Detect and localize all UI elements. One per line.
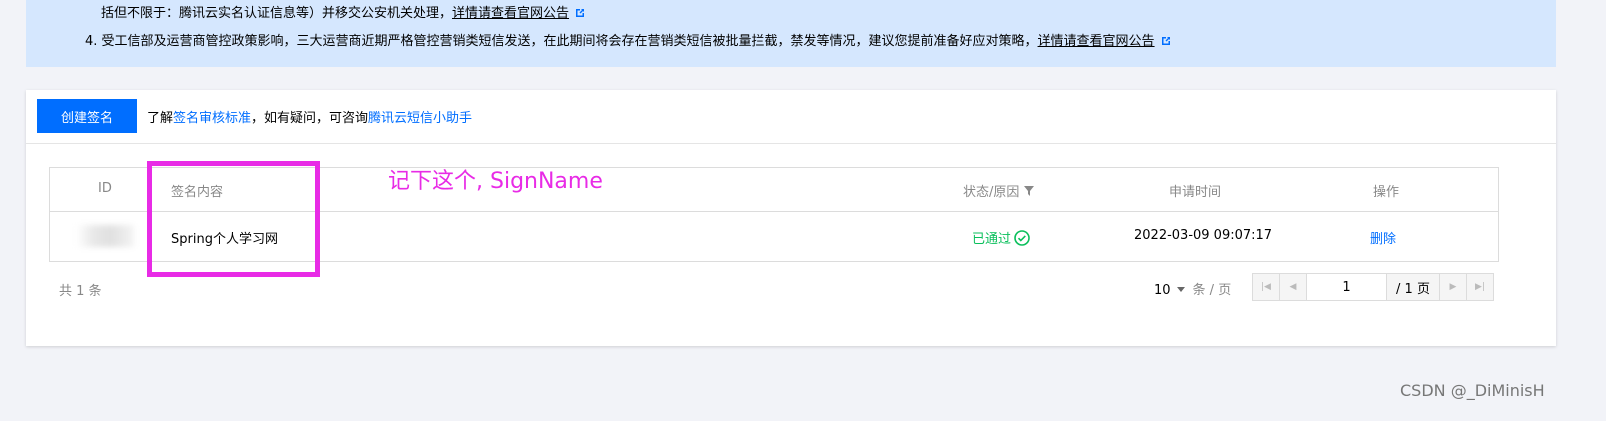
watermark: CSDN @_DiMinisH bbox=[1400, 381, 1545, 400]
header-time: 申请时间 bbox=[1169, 185, 1222, 200]
first-page-icon[interactable]: |◀ bbox=[1253, 274, 1280, 300]
header-id: ID bbox=[98, 181, 112, 196]
last-page-icon[interactable]: ▶| bbox=[1467, 274, 1493, 300]
row-status: 已通过 bbox=[972, 228, 1030, 247]
toolbar-hint: 了解签名审核标准，如有疑问，可咨询腾讯云短信小助手 bbox=[147, 111, 473, 126]
create-signature-button[interactable]: 创建签名 bbox=[37, 99, 137, 133]
sms-assistant-link[interactable]: 腾讯云短信小助手 bbox=[368, 111, 472, 126]
pagination: |◀ ◀ / 1 页 ▶ ▶| bbox=[1252, 273, 1494, 301]
delete-link[interactable]: 删除 bbox=[1370, 228, 1396, 247]
annotation-text: 记下这个, SignName bbox=[388, 169, 603, 194]
total-count: 共 1 条 bbox=[59, 284, 102, 299]
page-size-select[interactable]: 10 条 / 页 bbox=[1154, 279, 1231, 298]
chevron-down-icon bbox=[1176, 287, 1185, 292]
prev-page-icon[interactable]: ◀ bbox=[1280, 274, 1307, 300]
notice-link-2[interactable]: 详情请查看官网公告 bbox=[1038, 34, 1155, 49]
filter-icon[interactable] bbox=[1024, 186, 1035, 196]
external-link-icon[interactable] bbox=[1161, 36, 1171, 46]
highlight-box bbox=[147, 161, 320, 277]
row-time: 2022-03-09 09:07:17 bbox=[1134, 228, 1273, 243]
notice-banner: 括但不限于：腾讯云实名认证信息等）并移交公安机关处理，详情请查看官网公告 4. … bbox=[26, 0, 1556, 67]
next-page-icon[interactable]: ▶ bbox=[1440, 274, 1467, 300]
header-status[interactable]: 状态/原因 bbox=[963, 181, 1035, 200]
panel-divider bbox=[26, 143, 1556, 144]
review-standard-link[interactable]: 签名审核标准 bbox=[173, 111, 251, 126]
check-circle-icon bbox=[1014, 230, 1030, 246]
notice-line-1: 括但不限于：腾讯云实名认证信息等）并移交公安机关处理，详情请查看官网公告 bbox=[101, 2, 585, 21]
external-link-icon[interactable] bbox=[575, 8, 585, 18]
blurred-id bbox=[76, 225, 134, 247]
page-input[interactable] bbox=[1307, 274, 1387, 300]
notice-link-1[interactable]: 详情请查看官网公告 bbox=[452, 6, 569, 21]
header-action: 操作 bbox=[1373, 185, 1400, 200]
total-pages: / 1 页 bbox=[1387, 274, 1440, 300]
notice-line-2: 4. 受工信部及运营商管控政策影响，三大运营商近期严格管控营销类短信发送，在此期… bbox=[85, 30, 1171, 49]
